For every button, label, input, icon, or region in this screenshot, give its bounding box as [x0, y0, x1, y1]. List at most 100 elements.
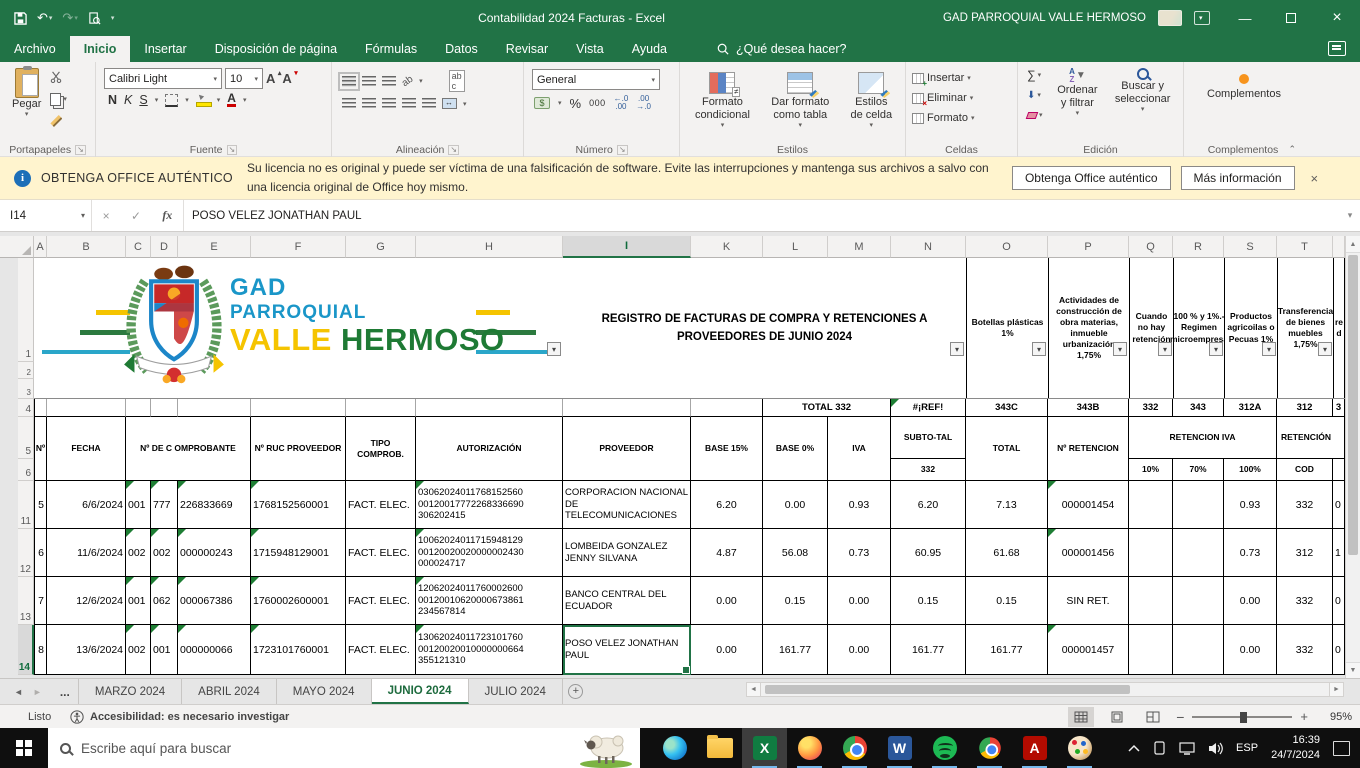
save-icon[interactable] — [14, 12, 27, 25]
cell[interactable]: 002 — [126, 625, 151, 675]
wrap-text-icon[interactable]: abc — [449, 70, 465, 92]
scroll-up-icon[interactable]: ▲ — [1346, 236, 1360, 253]
cell[interactable]: 161.77 — [966, 625, 1048, 675]
chrome-icon[interactable] — [832, 728, 877, 768]
underline-button[interactable]: S — [139, 93, 147, 107]
font-size-select[interactable]: 10▾ — [225, 68, 263, 89]
sheet-next-icon[interactable]: ► — [33, 687, 42, 697]
tab-revisar[interactable]: Revisar — [492, 36, 562, 62]
col-S[interactable]: S — [1224, 236, 1277, 258]
header-cod[interactable]: COD — [1277, 459, 1333, 481]
horizontal-scrollbar[interactable]: ◄ ► — [746, 682, 1344, 697]
sheet-overflow[interactable]: ... — [52, 679, 79, 704]
cell[interactable]: 777 — [151, 481, 178, 529]
cell[interactable]: 13062024011723101760 0012002001000000066… — [416, 625, 563, 675]
align-top-icon[interactable] — [342, 76, 356, 87]
cell[interactable]: 1768152560001 — [251, 481, 346, 529]
cell[interactable] — [1173, 625, 1224, 675]
cell-ref-error[interactable]: #¡REF! — [891, 399, 966, 417]
vertical-scrollbar[interactable]: ▲ ▼ — [1345, 236, 1360, 678]
cell[interactable]: 56.08 — [763, 529, 828, 577]
network-icon[interactable] — [1179, 742, 1195, 755]
cell-code[interactable]: 343B — [1048, 399, 1129, 417]
cell[interactable]: SIN RET. — [1048, 577, 1129, 625]
cell-code[interactable]: 343C — [966, 399, 1048, 417]
header-70[interactable]: 70% — [1173, 459, 1224, 481]
cell[interactable]: CORPORACION NACIONAL DE TELECOMUNICACION… — [563, 481, 691, 529]
file-explorer-icon[interactable] — [697, 728, 742, 768]
find-select-button[interactable]: Buscar y seleccionar▾ — [1106, 66, 1179, 124]
row-3[interactable]: 3 — [18, 379, 34, 399]
cell-total-332[interactable]: TOTAL 332 — [763, 399, 891, 417]
cell[interactable] — [1129, 529, 1173, 577]
header-retencion-iva[interactable]: RETENCION IVA — [1129, 417, 1277, 459]
edge-icon[interactable] — [652, 728, 697, 768]
align-right-icon[interactable] — [382, 98, 396, 109]
cell[interactable]: 000001456 — [1048, 529, 1129, 577]
cancel-entry-icon[interactable]: × — [103, 209, 110, 223]
more-info-button[interactable]: Más información — [1181, 166, 1295, 190]
cell[interactable]: 0.93 — [828, 481, 891, 529]
tab-ayuda[interactable]: Ayuda — [618, 36, 681, 62]
header-ruc[interactable]: Nº RUC PROVEEDOR — [251, 417, 346, 481]
tab-insertar[interactable]: Insertar — [130, 36, 200, 62]
collapse-ribbon-icon[interactable]: ⌃ — [1288, 144, 1296, 155]
row-4[interactable]: 4 — [18, 399, 34, 417]
col-E[interactable]: E — [178, 236, 251, 258]
cell[interactable]: 161.77 — [763, 625, 828, 675]
tray-expand-icon[interactable] — [1128, 744, 1140, 752]
row-12[interactable]: 12 — [18, 529, 34, 577]
sheet-tab-abril[interactable]: ABRIL 2024 — [182, 679, 277, 704]
page-break-view-icon[interactable] — [1140, 707, 1166, 727]
header-comprobante[interactable]: Nº DE C OMPROBANTE — [126, 417, 251, 481]
header-tipo[interactable]: TIPO COMPROB. — [346, 417, 416, 481]
header-10[interactable]: 10% — [1129, 459, 1173, 481]
font-color-icon[interactable]: A — [227, 93, 236, 107]
cell[interactable]: 332 — [1277, 625, 1333, 675]
start-button[interactable] — [0, 728, 48, 768]
col-O[interactable]: O — [966, 236, 1048, 258]
filter-dropdown-icon[interactable] — [547, 342, 561, 356]
addins-button[interactable]: Complementos — [1190, 66, 1298, 103]
col-U-partial[interactable] — [1333, 236, 1345, 258]
cell[interactable]: 0.00 — [691, 577, 763, 625]
cell[interactable]: 0.15 — [966, 577, 1048, 625]
cell[interactable] — [126, 399, 151, 417]
increase-decimal-icon[interactable]: ←.0.00 — [614, 95, 629, 111]
cell[interactable]: 1760002600001 — [251, 577, 346, 625]
account-name[interactable]: GAD PARROQUIAL VALLE HERMOSO — [943, 12, 1146, 24]
cell[interactable]: 312 — [1277, 529, 1333, 577]
undo-icon[interactable]: ↶▾ — [37, 10, 52, 26]
zoom-slider-thumb[interactable] — [1240, 712, 1247, 723]
notification-center-icon[interactable] — [1333, 741, 1350, 756]
cell[interactable]: 002 — [126, 529, 151, 577]
copy-button[interactable]: ▾ — [47, 88, 70, 110]
col-P[interactable]: P — [1048, 236, 1129, 258]
cell[interactable] — [1173, 529, 1224, 577]
tab-archivo[interactable]: Archivo — [0, 36, 70, 62]
header-partial[interactable] — [1333, 459, 1345, 481]
cell[interactable] — [178, 399, 251, 417]
cell[interactable]: 001 — [126, 481, 151, 529]
word-icon[interactable]: W — [877, 728, 922, 768]
conditional-formatting-button[interactable]: ≠ Formato condicional▾ — [686, 70, 759, 133]
dismiss-warning-icon[interactable]: × — [1311, 171, 1319, 186]
cell[interactable]: FACT. ELEC. — [346, 529, 416, 577]
insert-function-icon[interactable]: fx — [162, 208, 172, 223]
col-I-selected[interactable]: I — [563, 236, 691, 258]
cell[interactable]: 226833669 — [178, 481, 251, 529]
cell[interactable]: 000000243 — [178, 529, 251, 577]
orientation-icon[interactable]: ab — [400, 73, 415, 88]
header-base15[interactable]: BASE 15% — [691, 417, 763, 481]
cell-code[interactable]: 312A — [1224, 399, 1277, 417]
header-proveedor[interactable]: PROVEEDOR — [563, 417, 691, 481]
zoom-in-icon[interactable]: + — [1300, 709, 1308, 724]
col-N[interactable]: N — [891, 236, 966, 258]
row-11[interactable]: 11 — [18, 481, 34, 529]
fill-color-icon[interactable] — [196, 94, 210, 107]
cell[interactable] — [1129, 577, 1173, 625]
cell[interactable]: 161.77 — [891, 625, 966, 675]
cell[interactable]: 03062024011768152560 0012001777226833669… — [416, 481, 563, 529]
filter-dropdown-icon[interactable] — [1262, 342, 1276, 356]
tab-formulas[interactable]: Fórmulas — [351, 36, 431, 62]
